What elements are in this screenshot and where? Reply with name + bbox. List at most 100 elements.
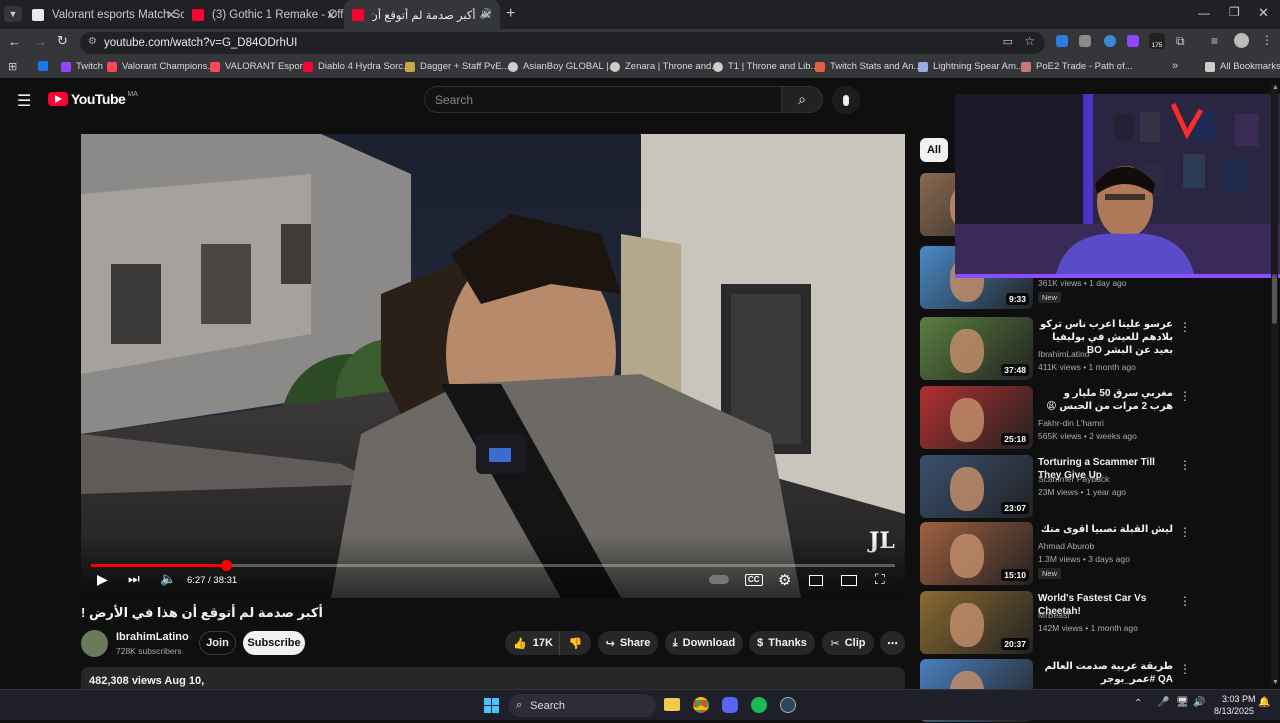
video-thumbnail[interactable]: 25:18 (920, 386, 1033, 449)
more-bookmarks-icon[interactable]: » (1172, 60, 1178, 72)
progress-bar[interactable] (91, 560, 895, 571)
extensions-puzzle-icon[interactable]: ⧉ (1176, 34, 1185, 49)
notification-bell-icon[interactable]: 🔔 (1258, 697, 1270, 708)
video-thumbnail[interactable]: 23:07 (920, 455, 1033, 518)
cast-icon[interactable]: ▭ (1003, 35, 1013, 48)
play-button[interactable]: ▶ (97, 571, 108, 591)
voice-search-button[interactable] (832, 86, 860, 114)
tab-current-video[interactable]: أكبر صدمة لم أتوقع أن هذا... 🔊 ✕ (344, 0, 500, 29)
next-button[interactable]: ⏭ (128, 571, 140, 591)
windows-start-icon[interactable] (484, 698, 499, 713)
bookmark-star-icon[interactable]: ☆ (1024, 34, 1035, 48)
taskbar-search[interactable]: ⌕ Search (508, 694, 656, 717)
spotify-icon[interactable] (751, 697, 767, 713)
bookmark-poe2-trade[interactable]: PoE2 Trade - Path of... (1021, 61, 1133, 72)
like-button[interactable]: 👍 17K (505, 631, 559, 655)
more-options-icon[interactable]: ⋮ (1179, 389, 1191, 403)
more-actions-button[interactable]: ⋯ (880, 631, 905, 655)
more-options-icon[interactable]: ⋮ (1179, 320, 1191, 334)
bookmark-t1[interactable]: T1 | Throne and Lib... (713, 61, 819, 72)
discord-icon[interactable] (722, 697, 738, 713)
scroll-down-arrow[interactable]: ▼ (1272, 679, 1279, 686)
chip-all[interactable]: All (920, 138, 948, 162)
bookmark-valorant-esports[interactable]: VALORANT Esports (210, 61, 310, 72)
page-scrollbar[interactable] (1271, 84, 1278, 684)
extension-icon[interactable] (1056, 35, 1068, 47)
bookmark-diablo[interactable]: Diablo 4 Hydra Sorc... (303, 61, 411, 72)
captions-button[interactable]: CC (745, 574, 763, 586)
steam-icon[interactable] (780, 697, 796, 713)
clip-button[interactable]: ✂ Clip (822, 631, 874, 655)
recommended-video[interactable]: 15:10 ليش القبلة تصبيا اقوى منك Ahmad Abur… (920, 522, 1191, 586)
download-button[interactable]: ⤓ Download (665, 631, 743, 655)
scrollbar-thumb[interactable] (1272, 274, 1277, 324)
reload-icon[interactable]: ↻ (57, 33, 68, 49)
tab-gothic-remake[interactable]: (3) Gothic 1 Remake - Official G... ✕ (184, 0, 344, 29)
recommended-video[interactable]: 25:18 مغربي سرق 50 مليار و هرب 2 مرات من … (920, 386, 1191, 450)
reading-list-icon[interactable]: ≡ (1211, 34, 1218, 48)
channel-name[interactable]: Ahmad Aburob (1038, 541, 1094, 551)
new-tab-button[interactable]: + (506, 5, 515, 23)
progress-scrubber[interactable] (221, 560, 233, 571)
search-button[interactable]: ⌕ (781, 86, 823, 113)
youtube-logo[interactable]: YouTube MA (48, 91, 138, 107)
video-thumbnail[interactable]: 15:10 (920, 522, 1033, 585)
share-button[interactable]: ↪ Share (598, 631, 658, 655)
more-options-icon[interactable]: ⋮ (1179, 525, 1191, 539)
browser-menu-icon[interactable]: ⋮ (1261, 33, 1273, 47)
bookmark-facebook[interactable] (38, 61, 53, 71)
minimize-button[interactable]: — (1198, 6, 1210, 20)
tab-search-icon[interactable]: ▼ (4, 6, 22, 22)
miniplayer-button[interactable] (809, 575, 823, 586)
clock-time[interactable]: 3:03 PM (1222, 694, 1256, 704)
extension-icon[interactable] (1127, 35, 1139, 47)
all-bookmarks[interactable]: All Bookmarks (1205, 61, 1280, 72)
microphone-icon[interactable]: 🎤 (1157, 697, 1169, 708)
channel-name[interactable]: Fakhr-din L'hamri (1038, 418, 1104, 428)
forward-icon[interactable]: → (34, 34, 47, 49)
settings-gear-icon[interactable]: ⚙ (778, 571, 791, 591)
recommended-video[interactable]: 37:48 عرسو علينا اعرب ناس تركو بلادهم للع… (920, 317, 1191, 381)
join-button[interactable]: Join (199, 631, 236, 655)
video-thumbnail[interactable]: 20:37 (920, 591, 1033, 654)
profile-avatar[interactable] (1234, 33, 1249, 48)
bookmark-zenara[interactable]: Zenara | Throne and... (610, 61, 719, 72)
recommended-video[interactable]: 20:37 World's Fastest Car Vs Cheetah! MrBe… (920, 591, 1191, 655)
bookmark-asianboy[interactable]: AsianBoy GLOBAL |... (508, 61, 616, 72)
search-input[interactable]: Search (424, 86, 782, 113)
channel-avatar[interactable] (81, 630, 108, 657)
site-info-icon[interactable]: ⚙ (88, 36, 97, 47)
channel-name[interactable]: Scammer Payback (1038, 474, 1109, 484)
more-options-icon[interactable]: ⋮ (1179, 594, 1191, 608)
recommended-video[interactable]: 23:07 Torturing a Scammer Till They Give … (920, 455, 1191, 519)
more-options-icon[interactable]: ⋮ (1179, 662, 1191, 676)
close-icon[interactable]: ✕ (166, 8, 176, 22)
autoplay-toggle[interactable] (709, 575, 729, 595)
file-explorer-icon[interactable] (664, 698, 680, 711)
bookmark-lightning-spear[interactable]: Lightning Spear Am... (918, 61, 1024, 72)
video-thumbnail[interactable]: 37:48 (920, 317, 1033, 380)
dislike-button[interactable]: 👎 (559, 631, 591, 655)
back-icon[interactable]: ← (8, 34, 21, 49)
video-title[interactable]: طريقة عربية صدمت العالم QA #عمر_بوجر (1038, 660, 1173, 686)
bookmark-valorant-champions[interactable]: Valorant Champions... (107, 61, 215, 72)
extension-badge[interactable]: 175 (1149, 33, 1165, 49)
tab-valorant-schedule[interactable]: Valorant esports Match Schedu... ✕ (24, 0, 184, 29)
channel-name[interactable]: MrBeast (1038, 610, 1070, 620)
channel-name[interactable]: IbrahimLatino (116, 631, 189, 643)
channel-name[interactable]: IbrahimLatino (1038, 349, 1090, 359)
address-bar[interactable]: ⚙ youtube.com/watch?v=G_D84ODrhUI ▭ ☆ (80, 32, 1045, 54)
extension-icon[interactable] (1079, 35, 1091, 47)
restore-button[interactable]: ❐ (1229, 5, 1240, 19)
volume-button[interactable]: 🔈 (160, 571, 176, 591)
apps-grid-icon[interactable]: ⊞ (8, 60, 17, 73)
close-window-button[interactable]: ✕ (1258, 5, 1269, 21)
volume-icon[interactable]: 🔊 (1193, 697, 1205, 708)
close-icon[interactable]: ✕ (326, 8, 336, 22)
extension-icon[interactable] (1104, 35, 1116, 47)
hamburger-menu-icon[interactable]: ☰ (17, 91, 31, 111)
bookmark-dagger-staff[interactable]: Dagger + Staff PvE... (405, 61, 509, 72)
subscribe-button[interactable]: Subscribe (243, 631, 305, 655)
bookmark-twitch-stats[interactable]: Twitch Stats and An... (815, 61, 921, 72)
scroll-up-arrow[interactable]: ▲ (1272, 84, 1279, 91)
